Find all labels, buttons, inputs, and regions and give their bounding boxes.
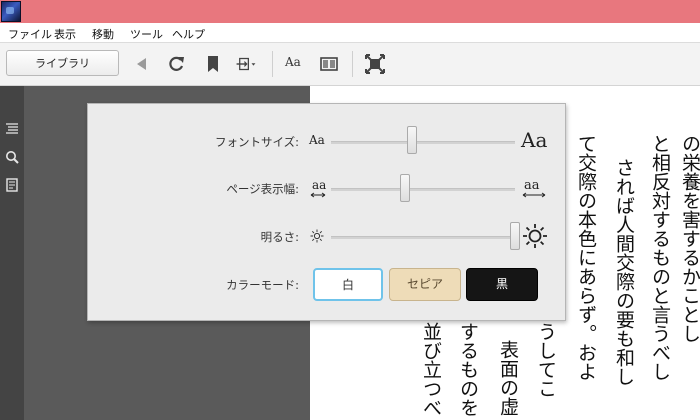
app-icon[interactable] [1,1,21,22]
brightness-low-icon [310,229,324,243]
color-mode-white-button[interactable]: 白 [313,268,383,301]
jump-to-icon[interactable] [235,53,257,75]
page-width-slider-track[interactable] [331,188,515,191]
brightness-high-icon [523,224,547,248]
wide-arrow-icon [522,192,546,198]
notes-icon[interactable] [5,178,19,192]
text-column: するものを [457,322,479,417]
menu-file[interactable]: ファイル [8,26,52,42]
bookmark-icon[interactable] [202,53,224,75]
color-mode-sepia-button[interactable]: セピア [389,268,461,301]
color-mode-label: カラーモード: [226,278,299,292]
fullscreen-icon[interactable] [364,53,386,75]
page-width-min-glyph: aa [312,178,327,192]
brightness-slider-thumb[interactable] [510,222,520,250]
back-arrow-icon[interactable] [131,53,153,75]
page-width-max-glyph: aa [524,178,540,193]
brightness-label: 明るさ: [260,230,299,244]
table-of-contents-icon[interactable] [5,122,19,136]
page-width-label: ページ表示幅: [226,182,299,196]
library-button[interactable]: ライブラリ [6,50,119,76]
font-size-slider-thumb[interactable] [406,126,417,154]
color-mode-black-button[interactable]: 黒 [466,268,538,301]
text-column: 並び立つべ [420,322,442,417]
narrow-arrow-icon [310,192,326,198]
menu-go[interactable]: 移動 [92,26,114,42]
toolbar-separator [352,51,353,77]
menu-view[interactable]: 表示 [54,26,76,42]
toolbar: ライブラリ Aa [0,43,700,86]
text-column: と相反対するものと言うべし [649,134,671,381]
font-size-label: フォントサイズ: [214,135,299,149]
page-layout-icon[interactable] [318,53,340,75]
display-settings-popup: フォントサイズ: Aa Aa ページ表示幅: aa aa 明るさ: カラーモード… [87,103,566,321]
menu-tools[interactable]: ツール [130,26,163,42]
font-size-max-glyph: Aa [521,128,548,152]
text-column: 表面の虚 [497,340,519,416]
menu-help[interactable]: ヘルプ [172,26,205,42]
font-size-slider-track[interactable] [331,141,515,144]
left-sidebar [0,86,24,420]
refresh-icon[interactable] [165,53,187,75]
title-bar [0,0,700,23]
font-settings-button[interactable]: Aa [285,55,301,69]
toolbar-separator [272,51,273,77]
text-column: されば人間交際の要も和し [613,158,635,386]
search-icon[interactable] [5,150,19,164]
text-column: て交際の本色にあらず。およ [575,134,597,381]
text-column: うしてこ [535,322,557,398]
menu-bar: ファイル 表示 移動 ツール ヘルプ [0,23,700,43]
page-width-slider-thumb[interactable] [399,174,410,202]
brightness-slider-track[interactable] [331,236,515,239]
font-size-min-glyph: Aa [309,133,325,147]
text-column: の栄養を害するかことし [679,134,700,343]
